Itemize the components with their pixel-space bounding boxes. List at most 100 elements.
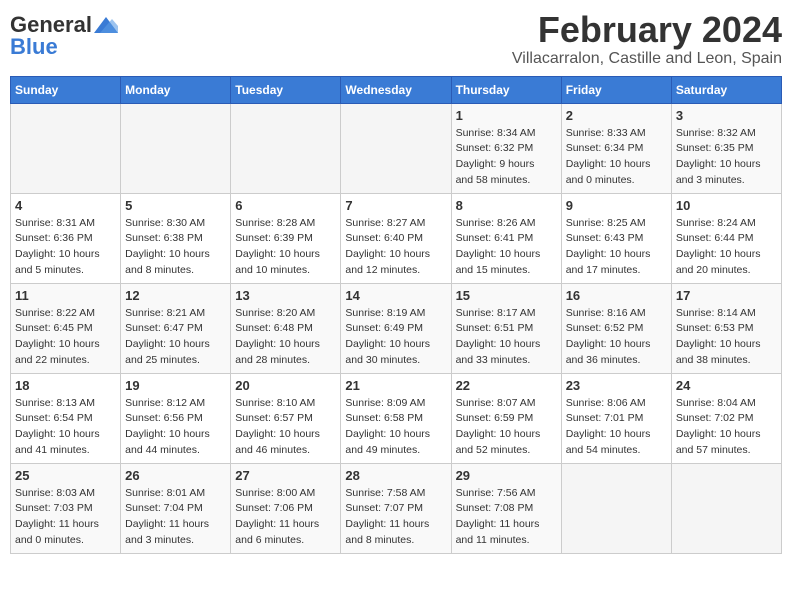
- day-info: Sunrise: 8:03 AM Sunset: 7:03 PM Dayligh…: [15, 486, 116, 549]
- day-info: Sunrise: 8:20 AM Sunset: 6:48 PM Dayligh…: [235, 306, 336, 369]
- calendar-cell: 25 Sunrise: 8:03 AM Sunset: 7:03 PM Dayli…: [11, 463, 121, 553]
- day-info: Sunrise: 8:24 AM Sunset: 6:44 PM Dayligh…: [676, 216, 777, 279]
- day-info: Sunrise: 8:25 AM Sunset: 6:43 PM Dayligh…: [566, 216, 667, 279]
- calendar-cell: 15 Sunrise: 8:17 AM Sunset: 6:51 PM Dayli…: [451, 283, 561, 373]
- day-number: 11: [15, 288, 116, 303]
- day-number: 5: [125, 198, 226, 213]
- day-number: 22: [456, 378, 557, 393]
- calendar-day-header: Monday: [121, 76, 231, 103]
- calendar-cell: 19 Sunrise: 8:12 AM Sunset: 6:56 PM Dayli…: [121, 373, 231, 463]
- calendar-cell: 27 Sunrise: 8:00 AM Sunset: 7:06 PM Dayli…: [231, 463, 341, 553]
- day-info: Sunrise: 8:10 AM Sunset: 6:57 PM Dayligh…: [235, 396, 336, 459]
- day-info: Sunrise: 8:07 AM Sunset: 6:59 PM Dayligh…: [456, 396, 557, 459]
- location-subtitle: Villacarralon, Castille and Leon, Spain: [512, 50, 782, 68]
- calendar-cell: 9 Sunrise: 8:25 AM Sunset: 6:43 PM Daylig…: [561, 193, 671, 283]
- calendar-cell: 13 Sunrise: 8:20 AM Sunset: 6:48 PM Dayli…: [231, 283, 341, 373]
- calendar-cell: 14 Sunrise: 8:19 AM Sunset: 6:49 PM Dayli…: [341, 283, 451, 373]
- day-number: 29: [456, 468, 557, 483]
- calendar-day-header: Friday: [561, 76, 671, 103]
- logo: General Blue: [10, 14, 118, 58]
- day-number: 10: [676, 198, 777, 213]
- calendar-week-row: 1 Sunrise: 8:34 AM Sunset: 6:32 PM Daylig…: [11, 103, 782, 193]
- day-number: 9: [566, 198, 667, 213]
- calendar-day-header: Wednesday: [341, 76, 451, 103]
- calendar-cell: 1 Sunrise: 8:34 AM Sunset: 6:32 PM Daylig…: [451, 103, 561, 193]
- calendar-cell: 29 Sunrise: 7:56 AM Sunset: 7:08 PM Dayli…: [451, 463, 561, 553]
- day-number: 1: [456, 108, 557, 123]
- calendar-cell: [671, 463, 781, 553]
- day-info: Sunrise: 8:30 AM Sunset: 6:38 PM Dayligh…: [125, 216, 226, 279]
- day-info: Sunrise: 7:58 AM Sunset: 7:07 PM Dayligh…: [345, 486, 446, 549]
- day-info: Sunrise: 8:00 AM Sunset: 7:06 PM Dayligh…: [235, 486, 336, 549]
- logo-general: General: [10, 14, 92, 36]
- day-info: Sunrise: 8:13 AM Sunset: 6:54 PM Dayligh…: [15, 396, 116, 459]
- day-number: 26: [125, 468, 226, 483]
- calendar-cell: [561, 463, 671, 553]
- calendar-cell: 8 Sunrise: 8:26 AM Sunset: 6:41 PM Daylig…: [451, 193, 561, 283]
- day-number: 24: [676, 378, 777, 393]
- day-number: 3: [676, 108, 777, 123]
- day-info: Sunrise: 8:06 AM Sunset: 7:01 PM Dayligh…: [566, 396, 667, 459]
- calendar-day-header: Thursday: [451, 76, 561, 103]
- month-year-title: February 2024: [512, 10, 782, 50]
- day-info: Sunrise: 8:28 AM Sunset: 6:39 PM Dayligh…: [235, 216, 336, 279]
- logo-blue: Blue: [10, 36, 58, 58]
- calendar-header-row: SundayMondayTuesdayWednesdayThursdayFrid…: [11, 76, 782, 103]
- day-info: Sunrise: 8:26 AM Sunset: 6:41 PM Dayligh…: [456, 216, 557, 279]
- day-info: Sunrise: 8:19 AM Sunset: 6:49 PM Dayligh…: [345, 306, 446, 369]
- logo-icon: [94, 17, 118, 33]
- calendar-cell: 7 Sunrise: 8:27 AM Sunset: 6:40 PM Daylig…: [341, 193, 451, 283]
- day-info: Sunrise: 8:34 AM Sunset: 6:32 PM Dayligh…: [456, 126, 557, 189]
- day-info: Sunrise: 8:01 AM Sunset: 7:04 PM Dayligh…: [125, 486, 226, 549]
- calendar-day-header: Saturday: [671, 76, 781, 103]
- calendar-table: SundayMondayTuesdayWednesdayThursdayFrid…: [10, 76, 782, 554]
- day-number: 15: [456, 288, 557, 303]
- calendar-week-row: 25 Sunrise: 8:03 AM Sunset: 7:03 PM Dayli…: [11, 463, 782, 553]
- day-number: 21: [345, 378, 446, 393]
- day-number: 27: [235, 468, 336, 483]
- calendar-week-row: 18 Sunrise: 8:13 AM Sunset: 6:54 PM Dayli…: [11, 373, 782, 463]
- day-number: 16: [566, 288, 667, 303]
- day-info: Sunrise: 8:14 AM Sunset: 6:53 PM Dayligh…: [676, 306, 777, 369]
- calendar-cell: [341, 103, 451, 193]
- calendar-cell: 22 Sunrise: 8:07 AM Sunset: 6:59 PM Dayli…: [451, 373, 561, 463]
- day-number: 7: [345, 198, 446, 213]
- day-number: 14: [345, 288, 446, 303]
- calendar-cell: 11 Sunrise: 8:22 AM Sunset: 6:45 PM Dayli…: [11, 283, 121, 373]
- calendar-cell: 28 Sunrise: 7:58 AM Sunset: 7:07 PM Dayli…: [341, 463, 451, 553]
- calendar-cell: 20Sunrise: 8:10 AM Sunset: 6:57 PM Dayli…: [231, 373, 341, 463]
- day-info: Sunrise: 8:32 AM Sunset: 6:35 PM Dayligh…: [676, 126, 777, 189]
- day-info: Sunrise: 8:04 AM Sunset: 7:02 PM Dayligh…: [676, 396, 777, 459]
- day-info: Sunrise: 8:16 AM Sunset: 6:52 PM Dayligh…: [566, 306, 667, 369]
- calendar-cell: 21Sunrise: 8:09 AM Sunset: 6:58 PM Dayli…: [341, 373, 451, 463]
- day-number: 25: [15, 468, 116, 483]
- day-number: 28: [345, 468, 446, 483]
- calendar-week-row: 11 Sunrise: 8:22 AM Sunset: 6:45 PM Dayli…: [11, 283, 782, 373]
- calendar-day-header: Sunday: [11, 76, 121, 103]
- calendar-cell: 24 Sunrise: 8:04 AM Sunset: 7:02 PM Dayli…: [671, 373, 781, 463]
- calendar-cell: [11, 103, 121, 193]
- calendar-cell: [121, 103, 231, 193]
- calendar-cell: 6 Sunrise: 8:28 AM Sunset: 6:39 PM Daylig…: [231, 193, 341, 283]
- day-info: Sunrise: 8:12 AM Sunset: 6:56 PM Dayligh…: [125, 396, 226, 459]
- day-info: Sunrise: 8:17 AM Sunset: 6:51 PM Dayligh…: [456, 306, 557, 369]
- day-number: 6: [235, 198, 336, 213]
- calendar-cell: 26 Sunrise: 8:01 AM Sunset: 7:04 PM Dayli…: [121, 463, 231, 553]
- day-info: Sunrise: 8:27 AM Sunset: 6:40 PM Dayligh…: [345, 216, 446, 279]
- calendar-cell: 5 Sunrise: 8:30 AM Sunset: 6:38 PM Daylig…: [121, 193, 231, 283]
- calendar-cell: 18 Sunrise: 8:13 AM Sunset: 6:54 PM Dayli…: [11, 373, 121, 463]
- day-number: 12: [125, 288, 226, 303]
- day-number: 17: [676, 288, 777, 303]
- calendar-week-row: 4Sunrise: 8:31 AM Sunset: 6:36 PM Daylig…: [11, 193, 782, 283]
- day-info: Sunrise: 8:22 AM Sunset: 6:45 PM Dayligh…: [15, 306, 116, 369]
- day-number: 23: [566, 378, 667, 393]
- day-number: 18: [15, 378, 116, 393]
- day-number: 19: [125, 378, 226, 393]
- day-info: Sunrise: 8:31 AM Sunset: 6:36 PM Dayligh…: [15, 216, 116, 279]
- day-number: 8: [456, 198, 557, 213]
- calendar-cell: 4Sunrise: 8:31 AM Sunset: 6:36 PM Daylig…: [11, 193, 121, 283]
- day-info: Sunrise: 7:56 AM Sunset: 7:08 PM Dayligh…: [456, 486, 557, 549]
- calendar-cell: 2Sunrise: 8:33 AM Sunset: 6:34 PM Daylig…: [561, 103, 671, 193]
- calendar-cell: [231, 103, 341, 193]
- day-number: 13: [235, 288, 336, 303]
